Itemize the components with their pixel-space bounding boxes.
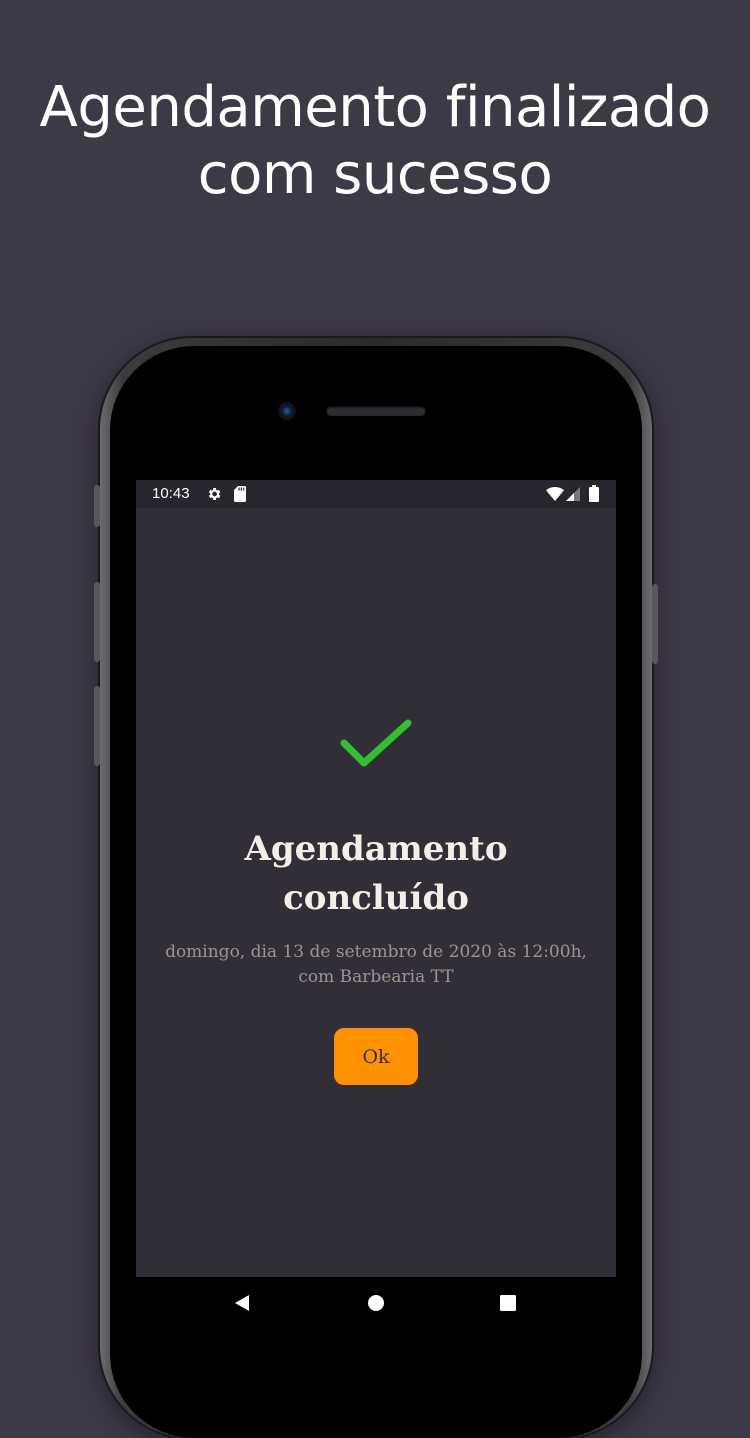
front-camera [278,402,296,420]
status-bar: 10:43 [136,480,616,508]
phone-side-button-volume-up [94,582,100,662]
appointment-details: domingo, dia 13 de setembro de 2020 às 1… [156,940,596,990]
promo-headline: Agendamento finalizado com sucesso [0,74,750,208]
check-icon [340,719,412,767]
wifi-icon [546,487,564,501]
home-icon[interactable] [367,1294,385,1312]
ok-button[interactable]: Ok [334,1028,418,1085]
phone-side-button-mute [94,485,100,527]
appointment-details-line-2: com Barbearia TT [298,967,454,987]
promo-headline-line-1: Agendamento finalizado [39,75,711,140]
promo-headline-line-2: com sucesso [197,142,553,207]
phone-side-button-volume-down [94,686,100,766]
earpiece-speaker [326,406,426,416]
recents-icon[interactable] [500,1295,516,1311]
confirmation-title-line-1: Agendamento [244,829,508,869]
confirmation-title: Agendamento concluído [136,825,616,923]
appointment-details-line-1: domingo, dia 13 de setembro de 2020 às 1… [165,942,587,962]
battery-icon [589,485,599,502]
sd-card-icon [234,486,246,502]
back-icon[interactable] [233,1294,251,1312]
status-time: 10:43 [152,485,190,502]
settings-icon [208,488,221,500]
navigation-bar [136,1277,616,1334]
phone-side-button-power [652,584,658,664]
confirmation-title-line-2: concluído [283,878,469,918]
signal-icon [566,487,580,501]
app-screen: 10:43 Agendamento concluído domingo, dia… [136,480,616,1334]
